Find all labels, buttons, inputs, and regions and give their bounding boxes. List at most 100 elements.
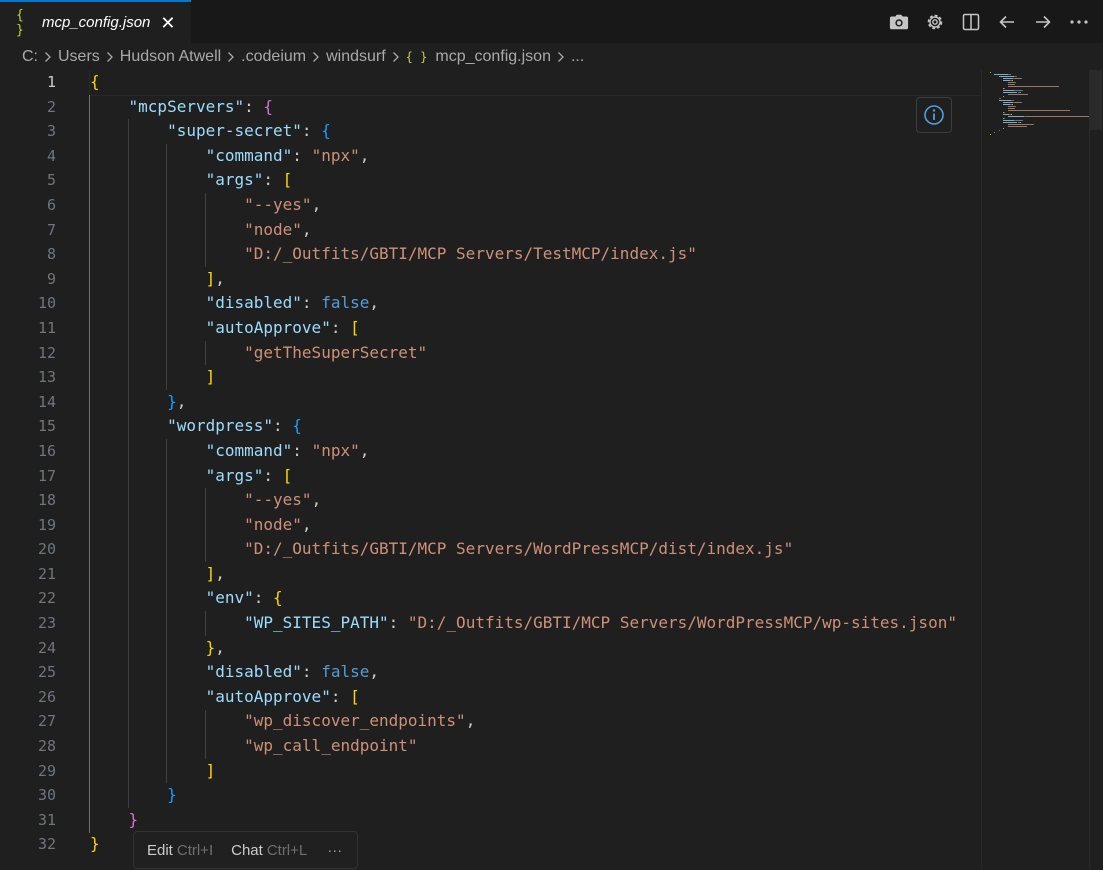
code-line[interactable]: "--yes",: [90, 488, 981, 513]
camera-icon[interactable]: [889, 12, 909, 32]
indent-guide: [166, 439, 168, 784]
code-token: "D:/_Outfits/GBTI/MCP Servers/TestMCP/in…: [244, 244, 697, 264]
code-line[interactable]: "wordpress": {: [90, 414, 981, 439]
code-token: "getTheSuperSecret": [244, 342, 428, 362]
line-number: 26: [37, 687, 56, 706]
vertical-scrollbar[interactable]: [1089, 70, 1103, 870]
code-line[interactable]: "command": "npx",: [90, 144, 981, 169]
line-number: 2: [46, 97, 56, 116]
code-line[interactable]: "args": [: [90, 168, 981, 193]
code-line[interactable]: }: [90, 808, 981, 833]
minimap-token: [1007, 124, 1033, 125]
tab-mcp-config[interactable]: { } mcp_config.json ✕: [0, 0, 191, 43]
info-button[interactable]: [916, 97, 952, 133]
minimap-token: [1007, 86, 1060, 87]
code-line[interactable]: "node",: [90, 513, 981, 538]
code-line[interactable]: ],: [90, 267, 981, 292]
code-token: "args": [205, 465, 264, 485]
code-line[interactable]: "autoApprove": [: [90, 316, 981, 341]
more-actions-icon[interactable]: [1069, 12, 1089, 32]
code-line[interactable]: {: [89, 70, 981, 96]
edit-hint-button[interactable]: Edit Ctrl+I: [147, 842, 213, 859]
split-editor-icon[interactable]: [961, 12, 981, 32]
line-number: 13: [37, 368, 56, 387]
code-line[interactable]: "autoApprove": [: [90, 685, 981, 710]
code-token: "mcpServers": [128, 96, 245, 116]
breadcrumb-item-symbols[interactable]: ...: [571, 48, 584, 66]
code-line[interactable]: "D:/_Outfits/GBTI/MCP Servers/WordPressM…: [90, 537, 981, 562]
code-line[interactable]: "wp_call_endpoint": [90, 734, 981, 759]
code-token: [: [282, 465, 293, 485]
line-number: 23: [37, 614, 56, 633]
indent-guide: [166, 143, 168, 390]
code-line[interactable]: "D:/_Outfits/GBTI/MCP Servers/TestMCP/in…: [90, 242, 981, 267]
line-number: 3: [46, 122, 56, 141]
code-token: :: [263, 170, 283, 190]
code-line[interactable]: "super-secret": {: [90, 119, 981, 144]
code-token: ,: [369, 293, 379, 313]
more-hint-button[interactable]: ···: [327, 842, 342, 859]
code-line[interactable]: },: [90, 390, 981, 415]
code-line[interactable]: "command": "npx",: [90, 439, 981, 464]
code-content[interactable]: { "mcpServers": { "super-secret": { "com…: [89, 70, 981, 857]
code-token: false: [321, 293, 370, 313]
close-icon[interactable]: ✕: [160, 14, 175, 32]
breadcrumb-item-user[interactable]: Hudson Atwell: [120, 48, 221, 66]
go-forward-icon[interactable]: [1033, 12, 1053, 32]
code-line[interactable]: "--yes",: [90, 193, 981, 218]
code-line[interactable]: ]: [90, 759, 981, 784]
code-editor[interactable]: 1 2 3 4 5 6 7 8 9 10 11 12 13 14 15 16 17 18 19 20 21 22 23 24 2…: [0, 70, 981, 870]
code-line[interactable]: },: [90, 636, 981, 661]
chat-hint-button[interactable]: Chat Ctrl+L: [231, 842, 307, 859]
indent-guide: [127, 119, 129, 808]
chevron-right-icon: [392, 51, 400, 63]
line-number: 8: [46, 245, 56, 264]
code-token: {: [321, 121, 331, 141]
code-token: :: [301, 293, 322, 313]
code-line[interactable]: "disabled": false,: [90, 660, 981, 685]
code-line[interactable]: "disabled": false,: [90, 291, 981, 316]
code-token: :: [330, 317, 351, 337]
breadcrumb-item-windsurf[interactable]: windsurf: [326, 48, 386, 66]
code-line[interactable]: "getTheSuperSecret": [90, 341, 981, 366]
gear-icon[interactable]: [925, 12, 945, 32]
minimap-token: [1003, 104, 1010, 105]
breadcrumb-item-codeium[interactable]: .codeium: [241, 48, 306, 66]
code-line[interactable]: "env": {: [90, 586, 981, 611]
code-token: "autoApprove": [205, 317, 331, 337]
minimap-token: [1003, 102, 1014, 103]
minimap[interactable]: [981, 70, 1103, 870]
breadcrumb-item-drive[interactable]: C:: [22, 48, 38, 66]
indent-guide: [204, 488, 206, 562]
line-number: 18: [37, 491, 56, 510]
code-token: ,: [359, 145, 370, 165]
code-line[interactable]: "node",: [90, 218, 981, 243]
code-line[interactable]: }: [90, 783, 981, 808]
minimap-token: [1003, 90, 1015, 91]
code-line[interactable]: "mcpServers": {: [90, 95, 981, 120]
breadcrumb-item-users[interactable]: Users: [58, 48, 100, 66]
line-number: 27: [37, 712, 56, 731]
line-number: 11: [37, 318, 56, 337]
code-line[interactable]: "WP_SITES_PATH": "D:/_Outfits/GBTI/MCP S…: [90, 611, 981, 636]
code-line[interactable]: ],: [90, 562, 981, 587]
code-line[interactable]: ]: [90, 365, 981, 390]
go-back-icon[interactable]: [997, 12, 1017, 32]
code-token: "--yes": [244, 194, 312, 214]
edit-hint-label: Edit: [147, 841, 173, 859]
minimap-token: [1007, 108, 1015, 109]
breadcrumb-item-file[interactable]: mcp_config.json: [435, 48, 551, 66]
code-line[interactable]: "args": [: [90, 464, 981, 489]
code-line[interactable]: "wp_discover_endpoints",: [90, 709, 981, 734]
scrollbar-thumb[interactable]: [1090, 70, 1102, 130]
line-number: 20: [37, 540, 56, 559]
line-number: 6: [46, 195, 56, 214]
minimap-token: [1007, 126, 1028, 127]
